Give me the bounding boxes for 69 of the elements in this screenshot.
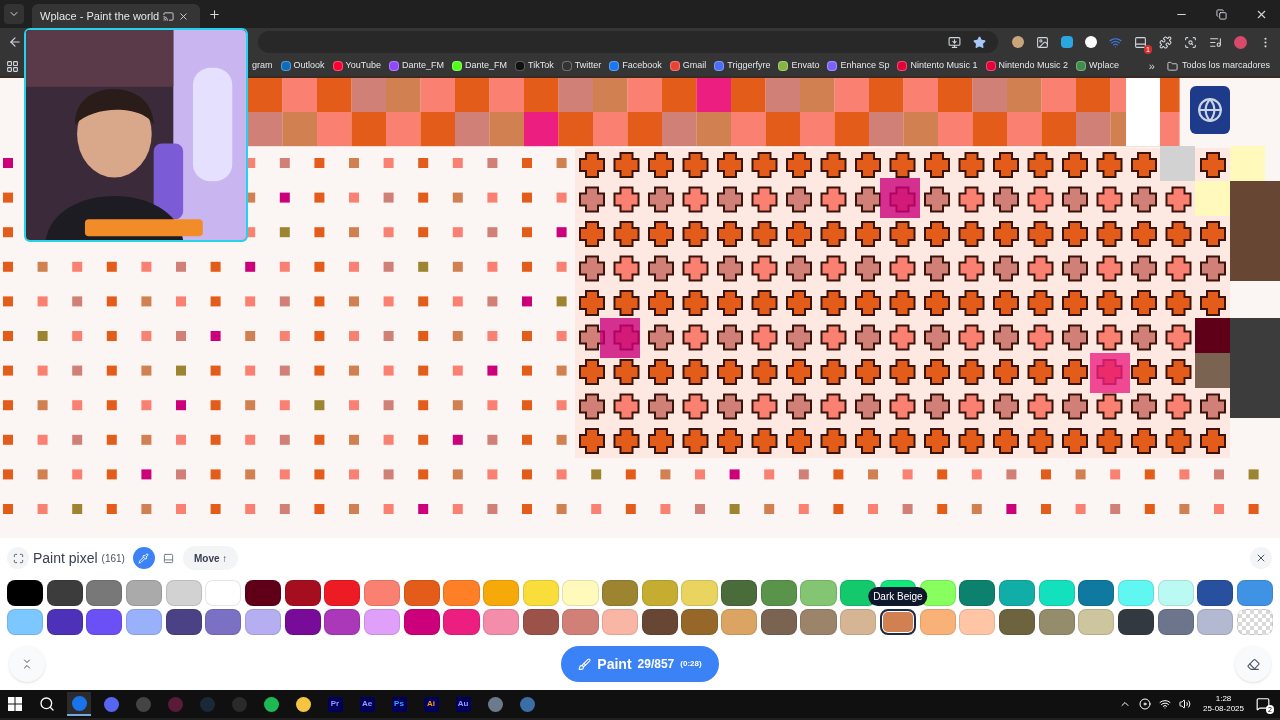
globe-icon bbox=[1197, 97, 1223, 123]
fullscreen-button[interactable] bbox=[7, 547, 29, 569]
expand-icon bbox=[12, 552, 24, 564]
browser-tab[interactable]: Wplace - Paint the world bbox=[32, 4, 200, 28]
taskbar-app-icon[interactable] bbox=[67, 692, 91, 716]
bookmark-item[interactable]: Facebook bbox=[609, 59, 662, 73]
notifications-icon[interactable] bbox=[1256, 697, 1270, 711]
overflow-button[interactable]: » bbox=[1148, 57, 1155, 75]
media-icon[interactable] bbox=[1209, 35, 1222, 49]
close-icon bbox=[178, 10, 190, 22]
volume-icon[interactable] bbox=[1179, 698, 1192, 710]
eraser-icon bbox=[1246, 657, 1260, 671]
clock-date: 25-08-2025 bbox=[1203, 704, 1244, 714]
new-tab-icon[interactable] bbox=[208, 7, 221, 21]
search-icon[interactable] bbox=[39, 696, 55, 712]
network-icon[interactable] bbox=[1159, 698, 1172, 710]
bookmark-star-icon[interactable] bbox=[973, 35, 986, 49]
restore-icon[interactable] bbox=[1216, 8, 1227, 20]
close-button[interactable] bbox=[1250, 547, 1272, 569]
bookmark-item[interactable]: Envato bbox=[778, 59, 820, 73]
tooltip: Dark Beige bbox=[868, 587, 928, 606]
close-icon bbox=[1255, 552, 1267, 564]
extension-icon[interactable] bbox=[1085, 36, 1097, 48]
bookmark-item[interactable]: YouTube bbox=[332, 59, 381, 73]
bookmark-item[interactable]: Nintendo Music 2 bbox=[985, 59, 1069, 73]
extension-icon[interactable] bbox=[1012, 36, 1024, 48]
bookmark-item[interactable]: Enhance Sp bbox=[827, 59, 890, 73]
tab-title: Wplace - Paint the world bbox=[40, 8, 160, 24]
all-bookmarks-folder[interactable]: Todos los marcadores bbox=[1166, 59, 1270, 73]
windows-icon[interactable] bbox=[8, 697, 22, 711]
bookmark-item[interactable]: Triggerfyre bbox=[714, 59, 771, 73]
bookmark-item[interactable]: Outlook bbox=[280, 59, 325, 73]
back-icon[interactable] bbox=[8, 35, 22, 49]
profile-avatar[interactable] bbox=[1234, 35, 1247, 49]
transparent-swatch[interactable] bbox=[1236, 609, 1273, 635]
bookmark-item[interactable]: Nintento Music 1 bbox=[897, 59, 978, 73]
panel-icon bbox=[163, 552, 175, 564]
eraser-button[interactable] bbox=[1235, 646, 1271, 682]
bookmark-item[interactable]: gram bbox=[252, 59, 273, 73]
paint-button[interactable]: Paint 29/857 (0:28) bbox=[561, 646, 719, 682]
cast-icon bbox=[163, 10, 175, 22]
pixel-count: (161) bbox=[101, 551, 125, 566]
bookmark-item[interactable]: Gmail bbox=[669, 59, 707, 73]
bookmark-item[interactable]: TikTok bbox=[515, 59, 554, 73]
clock-time: 1:28 bbox=[1215, 694, 1232, 704]
pixel-art-drawing[interactable] bbox=[0, 78, 1280, 538]
extension-icon[interactable] bbox=[1134, 35, 1147, 49]
bookmark-item[interactable]: Twitter bbox=[561, 59, 602, 73]
tool-title: Paint pixel bbox=[33, 548, 98, 568]
image-icon[interactable] bbox=[1036, 35, 1049, 49]
extensions-icon[interactable] bbox=[1159, 35, 1172, 49]
clock[interactable]: 1:28 25-08-2025 bbox=[1203, 694, 1244, 714]
install-icon[interactable] bbox=[948, 35, 961, 49]
pipette-button[interactable] bbox=[132, 547, 155, 569]
pipette-icon bbox=[138, 552, 150, 564]
lens-icon[interactable] bbox=[1184, 35, 1197, 49]
bookmark-item[interactable]: Dante_FM bbox=[388, 59, 444, 73]
bookmark-item[interactable]: Wplace bbox=[1076, 59, 1120, 73]
map-button[interactable] bbox=[1190, 86, 1230, 134]
tab-list-button[interactable] bbox=[4, 4, 24, 24]
brush-icon bbox=[578, 657, 592, 671]
tray-app-icon[interactable] bbox=[1139, 698, 1152, 710]
color-swatch[interactable] bbox=[879, 609, 916, 635]
apps-icon[interactable] bbox=[6, 59, 19, 73]
move-button[interactable]: Move ↑ bbox=[182, 546, 239, 570]
bookmark-item[interactable]: Dante_FM bbox=[451, 59, 507, 73]
signal-icon[interactable] bbox=[1109, 35, 1122, 49]
collapse-icon bbox=[21, 658, 33, 670]
folder-icon bbox=[1166, 60, 1178, 72]
